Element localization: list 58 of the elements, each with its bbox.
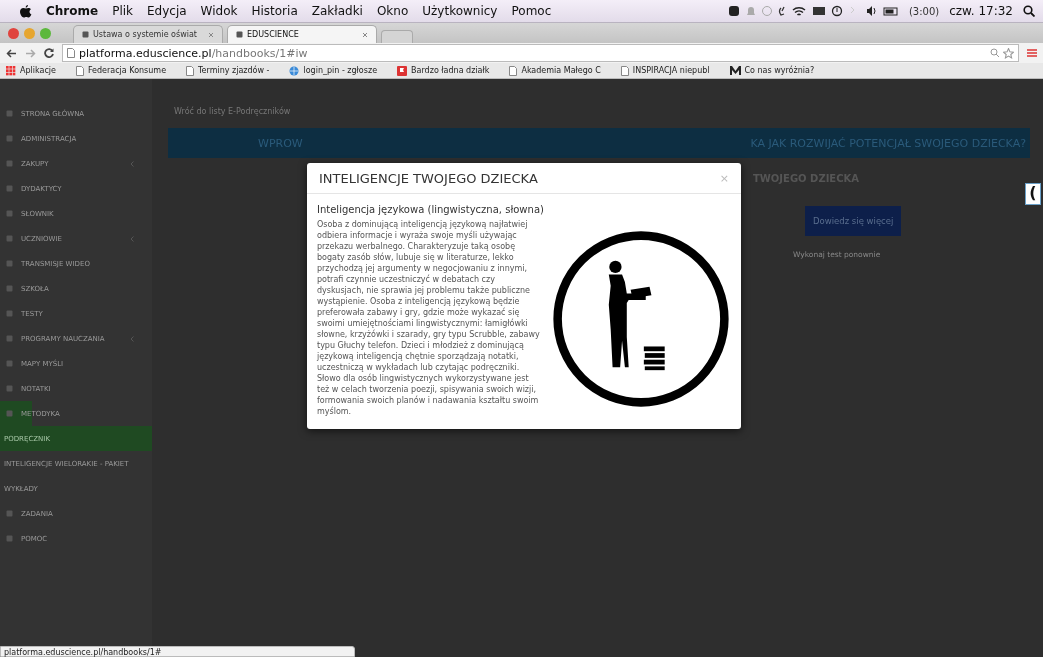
chevron-icon xyxy=(130,160,134,167)
menu-item[interactable]: Plik xyxy=(112,4,133,18)
menu-item[interactable]: Edycja xyxy=(147,4,187,18)
menu-item[interactable]: Okno xyxy=(376,4,409,18)
close-icon[interactable] xyxy=(208,31,214,38)
close-window-button[interactable] xyxy=(8,27,19,39)
bookmark[interactable]: Aplikacje xyxy=(6,65,56,76)
favicon-icon xyxy=(82,31,89,38)
close-icon[interactable] xyxy=(362,31,368,38)
menu-item[interactable]: Użytkownicy xyxy=(422,4,498,18)
page-icon xyxy=(67,48,75,58)
bookmark[interactable]: Bardzo ładna działk xyxy=(397,65,490,76)
page-icon xyxy=(509,65,518,76)
section-heading: Inteligencja językowa (lingwistyczna, słowna) xyxy=(317,204,545,215)
bookmark[interactable]: Co nas wyróżnia? xyxy=(729,66,815,75)
flag-icon xyxy=(397,65,408,76)
favicon-icon xyxy=(236,31,243,38)
title-banner: WPROW KA JAK ROZWIJAĆ POTENCJAŁ SWOJEGO DZIECKA? xyxy=(168,128,1030,158)
reload-icon[interactable] xyxy=(44,48,54,58)
bookmark[interactable]: Federacja Konsume xyxy=(75,65,167,76)
forward-icon[interactable] xyxy=(25,48,36,58)
back-icon[interactable] xyxy=(6,48,17,58)
status-bar: platforma.eduscience.pl/handbooks/1# xyxy=(0,646,355,657)
bookmark[interactable]: Akademia Małego C xyxy=(509,65,601,76)
modal-title: INTELIGENCJE TWOJEGO DZIECKA xyxy=(319,170,538,186)
person-with-books-icon xyxy=(551,229,731,409)
status-icons-drawing[interactable] xyxy=(728,5,899,17)
logo-icon xyxy=(729,66,741,75)
apple-logo-icon[interactable] xyxy=(20,4,32,18)
menu-item[interactable]: Historia xyxy=(251,4,298,18)
new-tab-button[interactable] xyxy=(381,30,413,43)
minimize-window-button[interactable] xyxy=(24,27,35,39)
page-icon xyxy=(75,65,84,76)
description-paragraph: Osoba z dominującą inteligencją językową najłatwiej odbiera informacje i wyraża swoje myśli używając przekazu werbalnego. Charakteryzuje taką osobę bogaty zasób słów, lubuje się w literaturze, lekko przychodzą jej argumenty w negocjowaniu z innymi, potrafi czynnie uczestniczyć w debatach czy dyskusjach, nie sprawia jej problemu także publiczne wystąpienie. Osoba z inteligencją językową będzie preferowała zabawy i gry, gdzie może wykazać się swoimi umiejętnościami lingwistycznymi: łamigłówki słowne, krzyżówki i szarady, gry typu Scrubble, zabawy typu Głuchy telefon. Dzieci i młodzież z dominującą językową inteligencją chętnie sporządzają notatki, uczestniczą w wykładach lub czytając podręczniki. Słowo dla osób lingwistycznych wykorzystywane jest też w celach tworzenia poezji, spisywania swoich wizji, formowania swoich planów i nadawania kształtu swoim myślom. xyxy=(317,219,541,417)
search-icon[interactable] xyxy=(1023,5,1035,17)
learn-more-button[interactable]: Dowiedz się więcej xyxy=(805,206,902,236)
menu-item[interactable]: Zakładki xyxy=(311,4,363,18)
bookmark[interactable]: Terminy zjazdów - xyxy=(186,65,270,76)
menu-item[interactable]: Pomoc xyxy=(511,4,552,18)
chevron-icon xyxy=(130,235,134,242)
back-link[interactable]: Wróć do listy E-Podręczników xyxy=(168,97,1030,128)
browser-tab[interactable]: Ustawa o systemie oświat xyxy=(73,25,223,43)
chevron-icon xyxy=(130,335,134,342)
page-icon xyxy=(620,65,629,76)
address-field[interactable]: platforma.eduscience.pl/handbooks/1#iw xyxy=(62,44,1019,62)
zoom-window-button[interactable] xyxy=(40,27,51,39)
apps-grid-icon xyxy=(6,65,16,76)
bracket-mark: ( xyxy=(1025,183,1041,205)
bookmark[interactable]: INSPIRACJA niepubl xyxy=(620,65,710,76)
app-menu[interactable]: Chrome xyxy=(46,4,99,18)
browser-tab[interactable]: EDUSCIENCE xyxy=(227,25,377,43)
page-icon xyxy=(186,65,195,76)
clock[interactable]: czw. 17:32 xyxy=(949,4,1013,18)
battery-time: (3:00) xyxy=(908,5,940,17)
star-icon[interactable] xyxy=(1003,47,1014,59)
globe-icon xyxy=(289,65,300,76)
bookmark[interactable]: login_pin - zgłosze xyxy=(289,65,378,76)
menu-item[interactable]: Widok xyxy=(200,4,238,18)
